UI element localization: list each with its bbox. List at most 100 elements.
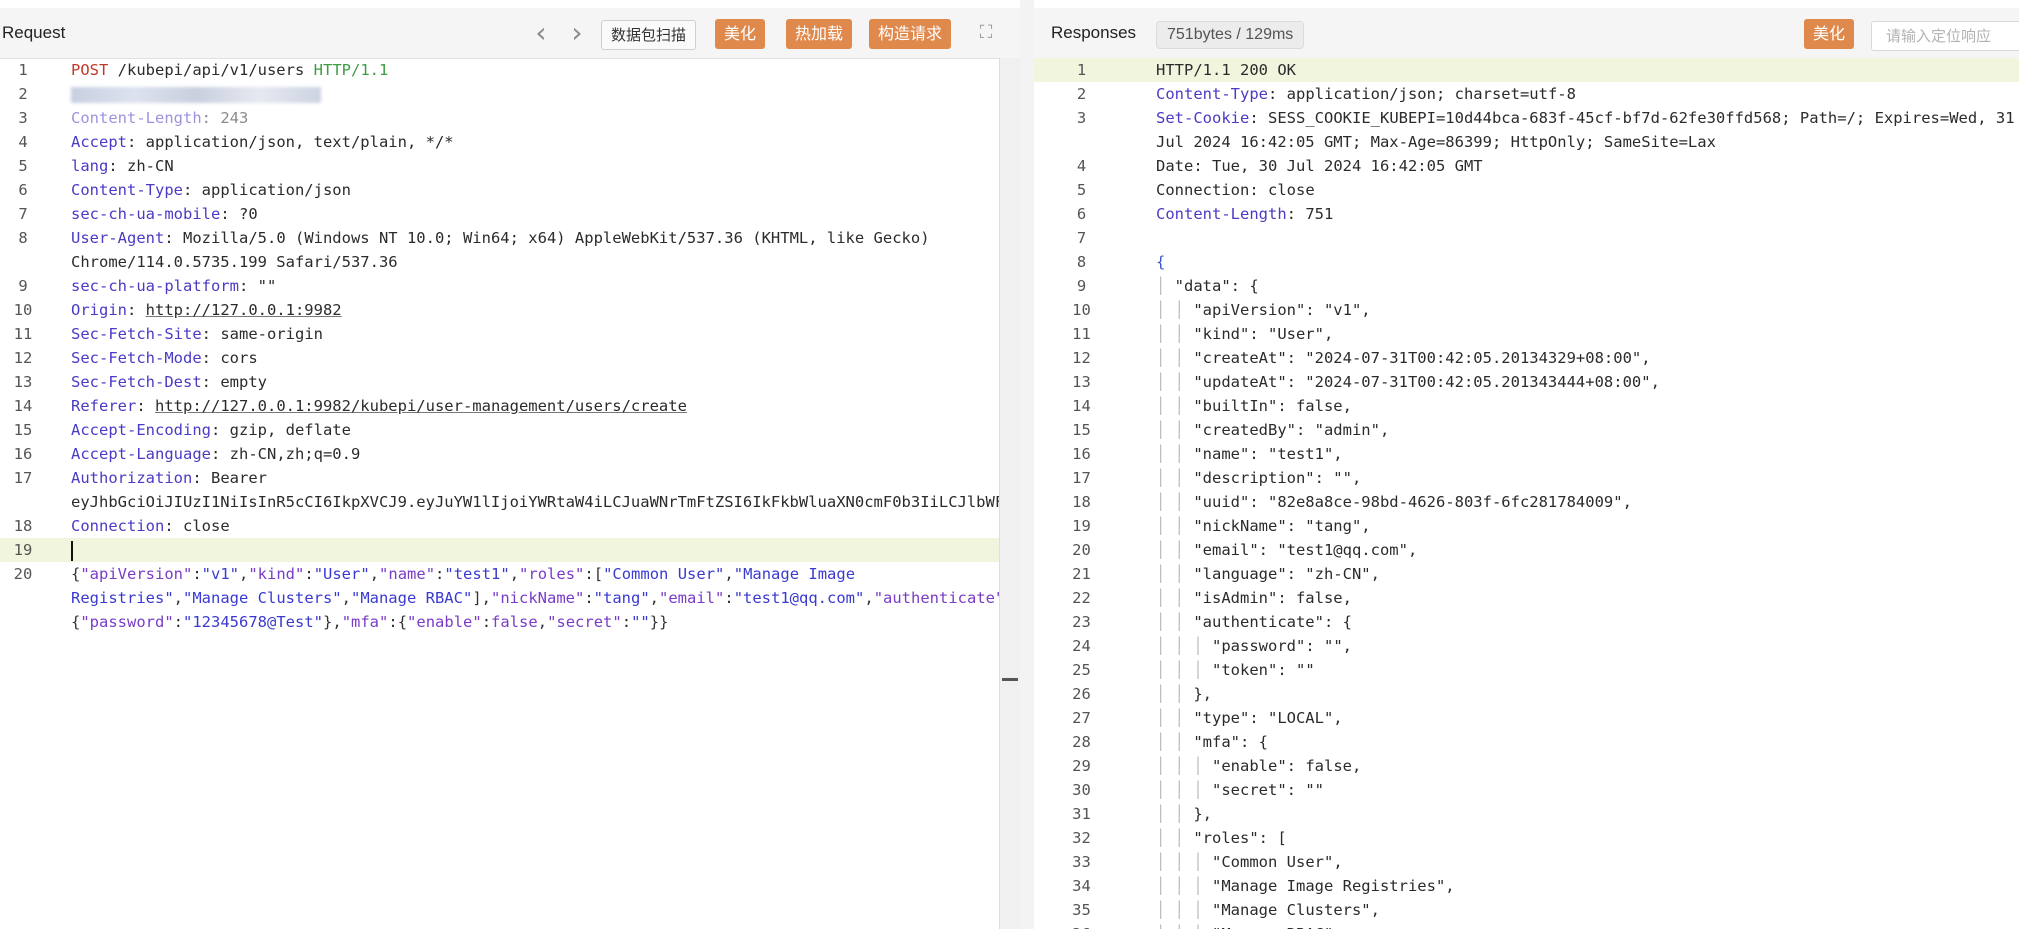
line-number: 28	[1072, 733, 1091, 751]
header-line: 5 lang: zh-CN	[0, 154, 1020, 178]
line-number: 32	[1072, 829, 1091, 847]
prev-arrow-icon[interactable]: ‹	[527, 17, 555, 49]
header-name: Authorization	[71, 469, 193, 487]
line-number: 10	[13, 301, 33, 319]
response-editor[interactable]: 1 HTTP/1.1 200 OK 2 Content-Type: applica…	[1034, 58, 2019, 929]
header-text: Connection: close	[1156, 181, 1315, 199]
request-editor[interactable]: 1 POST /kubepi/api/v1/users HTTP/1.1 2 3…	[0, 58, 1020, 929]
header-line: 8 User-Agent: Mozilla/5.0 (Windows NT 10.…	[0, 226, 1020, 274]
request-path: /kubepi/api/v1/users	[117, 61, 305, 79]
header-value: same-origin	[220, 325, 323, 343]
json-line: 11 │ │ "kind": "User",	[1034, 322, 2019, 346]
json-text: │ │ "nickName": "tang",	[1156, 517, 1371, 535]
json-text: │ │ │ "password": "",	[1156, 637, 1352, 655]
json-punct: {	[71, 565, 81, 583]
json-punct: ,	[369, 565, 380, 583]
json-text: │ │ "createAt": "2024-07-31T00:42:05.201…	[1156, 349, 1651, 367]
json-string: "12345678@Test"	[183, 613, 323, 631]
line-number: 25	[1072, 661, 1091, 679]
beautify-button[interactable]: 美化	[715, 19, 766, 49]
header-value: Mozilla/5.0 (Windows NT 10.0; Win64; x64…	[71, 229, 939, 271]
json-text	[1129, 226, 2019, 250]
json-text: │ │ │ "Common User",	[1156, 853, 1343, 871]
next-arrow-icon[interactable]: ›	[563, 17, 591, 49]
header-value[interactable]: http://127.0.0.1:9982	[146, 301, 342, 319]
line-number: 5	[18, 157, 28, 175]
line-number: 15	[1072, 421, 1091, 439]
line-number: 31	[1072, 805, 1091, 823]
request-headers: 4 Accept: application/json, text/plain, *…	[0, 130, 1020, 538]
redacted-host-line: 2	[0, 82, 1020, 106]
packet-scan-button[interactable]: 数据包扫描	[601, 20, 697, 50]
header-text: Content-Type: application/json; charset=…	[1156, 85, 1576, 103]
header-text: Sec-Fetch-Dest: empty	[71, 373, 267, 391]
json-string: "User"	[313, 565, 370, 583]
indent-guide: │ │	[1156, 349, 1194, 367]
header-line: 12 Sec-Fetch-Mode: cors	[0, 346, 1020, 370]
indent-guide: │ │	[1156, 565, 1194, 583]
header-line: 15 Accept-Encoding: gzip, deflate	[0, 418, 1020, 442]
status-line: 1 HTTP/1.1 200 OK	[1034, 58, 2019, 82]
header-text: sec-ch-ua-mobile: ?0	[71, 205, 258, 223]
header-text: Connection: close	[71, 517, 230, 535]
line-number: 24	[1072, 637, 1091, 655]
header-value: Tue, 30 Jul 2024 16:42:05 GMT	[1212, 157, 1483, 175]
json-line: 29 │ │ │ "enable": false,	[1034, 754, 2019, 778]
line-number: 5	[1076, 181, 1087, 199]
http-version: HTTP/1.1	[313, 61, 389, 79]
line-number: 30	[1072, 781, 1091, 799]
json-punct: }	[649, 613, 660, 631]
json-line: 27 │ │ "type": "LOCAL",	[1034, 706, 2019, 730]
json-line: 14 │ │ "builtIn": false,	[1034, 394, 2019, 418]
header-value[interactable]: http://127.0.0.1:9982/kubepi/user-manage…	[155, 397, 687, 415]
line-number: 20	[1072, 541, 1091, 559]
header-line: 7 sec-ch-ua-mobile: ?0	[0, 202, 1020, 226]
line-number: 8	[18, 229, 28, 247]
json-string: "Common User"	[603, 565, 725, 583]
json-line: 34 │ │ │ "Manage Image Registries",	[1034, 874, 2019, 898]
header-text: User-Agent: Mozilla/5.0 (Windows NT 10.0…	[71, 229, 939, 271]
line-number: 18	[13, 517, 33, 535]
response-json-body: 7 8{9 │ "data": {10 │ │ "apiVersion": "v1",…	[1034, 226, 2019, 929]
json-line: 20 │ │ "email": "test1@qq.com",	[1034, 538, 2019, 562]
json-line: 21 │ │ "language": "zh-CN",	[1034, 562, 2019, 586]
json-text: │ │ "email": "test1@qq.com",	[1156, 541, 1418, 559]
header-name: sec-ch-ua-platform	[71, 277, 239, 295]
construct-request-button[interactable]: 构造请求	[869, 19, 952, 49]
response-beautify-button[interactable]: 美化	[1804, 19, 1855, 49]
response-pane: Responses 751bytes / 129ms 美化 1 HTTP/1.1…	[1034, 0, 2019, 929]
json-text: │ │ "isAdmin": false,	[1156, 589, 1352, 607]
header-value: zh-CN,zh;q=0.9	[229, 445, 361, 463]
header-line: 10 Origin: http://127.0.0.1:9982	[0, 298, 1020, 322]
hotload-button[interactable]: 热加载	[786, 19, 853, 49]
header-name: Accept-Language	[71, 445, 211, 463]
json-text: │ │ "description": "",	[1156, 469, 1362, 487]
line-number: 15	[13, 421, 33, 439]
json-boolean: false	[491, 613, 538, 631]
line-number: 18	[1072, 493, 1091, 511]
line-number: 13	[1072, 373, 1091, 391]
json-text: │ │ "createdBy": "admin",	[1156, 421, 1390, 439]
json-punct: ,	[481, 589, 491, 607]
line-number: 17	[1072, 469, 1091, 487]
indent-guide: │ │	[1156, 373, 1194, 391]
json-line: 9 │ "data": {	[1034, 274, 2019, 298]
expand-icon[interactable]: ⛶	[976, 22, 996, 44]
request-scrollbar[interactable]	[999, 58, 1020, 929]
response-search-input[interactable]	[1871, 21, 2019, 51]
header-name: Content-Length	[1156, 205, 1287, 223]
response-header-line: 4 Date: Tue, 30 Jul 2024 16:42:05 GMT	[1034, 154, 2019, 178]
json-key: "enable"	[407, 613, 482, 631]
pane-divider[interactable]	[1020, 0, 1034, 929]
header-line: 4 Accept: application/json, text/plain, *…	[0, 130, 1020, 154]
header-text: Set-Cookie: SESS_COOKIE_KUBEPI=10d44bca-…	[1129, 106, 2019, 154]
scrollbar-thumb[interactable]	[1002, 678, 1018, 681]
header-text: Sec-Fetch-Site: same-origin	[71, 325, 323, 343]
header-line: 17 Authorization: Bearer eyJhbGciOiJIUzI1…	[0, 466, 1020, 514]
header-text: lang: zh-CN	[71, 157, 174, 175]
json-key: "nickName"	[491, 589, 585, 607]
indent-guide: │ │ │	[1156, 853, 1212, 871]
header-name: Origin	[71, 301, 127, 319]
response-headers: 2 Content-Type: application/json; charset…	[1034, 82, 2019, 226]
json-punct: ,	[649, 589, 660, 607]
